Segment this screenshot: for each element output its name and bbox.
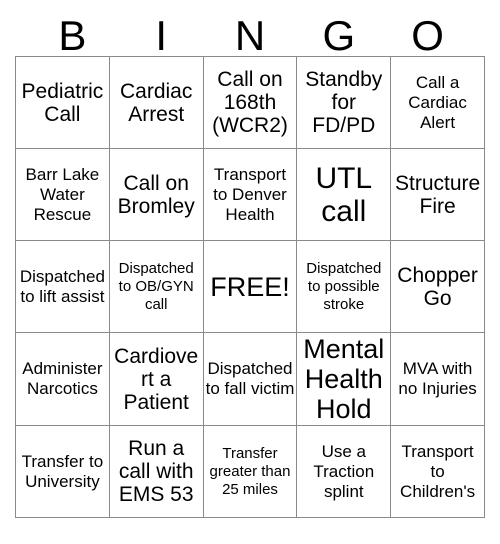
bingo-cell-label: Transfer greater than 25 miles	[209, 444, 291, 498]
bingo-cell-label: Call on Bromley	[117, 171, 195, 218]
bingo-cell[interactable]: Transfer to University	[15, 425, 110, 518]
bingo-cell-label: Chopper Go	[397, 263, 478, 310]
bingo-cell-label: Call a Cardiac Alert	[408, 72, 467, 132]
bingo-cell-label: Pediatric Call	[21, 79, 104, 126]
bingo-row: Transfer to University Run a call with E…	[15, 425, 485, 518]
bingo-cell-label: Transfer to University	[21, 451, 104, 491]
bingo-row: Dispatched to lift assist Dispatched to …	[15, 240, 485, 333]
bingo-cell[interactable]: Use a Traction splint	[296, 425, 392, 518]
bingo-cell[interactable]: Standby for FD/PD	[296, 56, 392, 149]
bingo-cell[interactable]: Chopper Go	[390, 240, 485, 333]
bingo-cell[interactable]: UTL call	[296, 148, 392, 241]
bingo-cell-label: Structure Fire	[394, 171, 481, 218]
bingo-cell[interactable]: Dispatched to fall victim	[203, 332, 298, 426]
header-letter-i: I	[155, 12, 168, 59]
bingo-cell-label: Dispatched to lift assist	[19, 266, 105, 306]
header-letter-o: O	[411, 12, 444, 59]
bingo-cell[interactable]: Call on 168th (WCR2)	[203, 56, 298, 149]
bingo-cell[interactable]: Run a call with EMS 53	[109, 425, 204, 518]
bingo-cell-label: Cardiovert a Patient	[114, 344, 199, 414]
bingo-cell-label: Administer Narcotics	[22, 359, 103, 398]
bingo-cell-label: Transport to Children's	[400, 441, 476, 501]
bingo-cell[interactable]: Dispatched to OB/GYN call	[109, 240, 204, 333]
bingo-cell-label: Transport to Denver Health	[213, 164, 287, 224]
bingo-card: B I N G O Pediatric Call Cardiac Arrest …	[0, 0, 500, 544]
bingo-cell-label: Dispatched to OB/GYN call	[118, 259, 194, 313]
bingo-grid: Pediatric Call Cardiac Arrest Call on 16…	[15, 56, 485, 518]
bingo-cell-label: Call on 168th (WCR2)	[212, 68, 288, 137]
bingo-cell[interactable]: Dispatched to possible stroke	[296, 240, 392, 333]
header-letter-b: B	[58, 12, 87, 59]
bingo-cell-label: Standby for FD/PD	[305, 68, 383, 137]
bingo-cell[interactable]: Cardiovert a Patient	[109, 332, 204, 426]
bingo-cell-free[interactable]: FREE!	[203, 240, 298, 333]
bingo-cell[interactable]: Call on Bromley	[109, 148, 204, 241]
bingo-cell-label: Use a Traction splint	[313, 441, 375, 501]
bingo-cell[interactable]: Pediatric Call	[15, 56, 110, 149]
bingo-cell-label: MVA with no Injuries	[398, 359, 477, 398]
bingo-cell[interactable]: Mental Health Hold	[296, 332, 392, 426]
bingo-row: Administer Narcotics Cardiovert a Patien…	[15, 332, 485, 426]
bingo-cell[interactable]: Dispatched to lift assist	[15, 240, 110, 333]
bingo-cell-label: Barr Lake Water Rescue	[25, 164, 100, 224]
bingo-cell-label: Run a call with EMS 53	[118, 437, 194, 506]
bingo-cell-label: Dispatched to fall victim	[205, 359, 295, 398]
bingo-cell-label: Dispatched to possible stroke	[306, 259, 382, 313]
bingo-cell[interactable]: MVA with no Injuries	[390, 332, 485, 426]
bingo-cell[interactable]: Barr Lake Water Rescue	[15, 148, 110, 241]
header-letter-n: N	[234, 12, 266, 59]
bingo-cell-label: FREE!	[210, 271, 290, 302]
bingo-cell-label: Cardiac Arrest	[120, 79, 193, 126]
bingo-row: Barr Lake Water Rescue Call on Bromley T…	[15, 148, 485, 241]
header-letter-g: G	[322, 12, 356, 59]
bingo-header: B I N G O	[28, 0, 472, 59]
bingo-cell[interactable]: Transport to Children's	[390, 425, 485, 518]
bingo-cell[interactable]: Administer Narcotics	[15, 332, 110, 426]
bingo-cell[interactable]: Call a Cardiac Alert	[390, 56, 485, 149]
bingo-cell[interactable]: Cardiac Arrest	[109, 56, 204, 149]
bingo-cell[interactable]: Transfer greater than 25 miles	[203, 425, 298, 518]
bingo-cell-label: UTL call	[315, 161, 373, 228]
bingo-row: Pediatric Call Cardiac Arrest Call on 16…	[15, 56, 485, 149]
bingo-cell[interactable]: Transport to Denver Health	[203, 148, 298, 241]
bingo-cell[interactable]: Structure Fire	[390, 148, 485, 241]
bingo-cell-label: Mental Health Hold	[303, 334, 385, 424]
